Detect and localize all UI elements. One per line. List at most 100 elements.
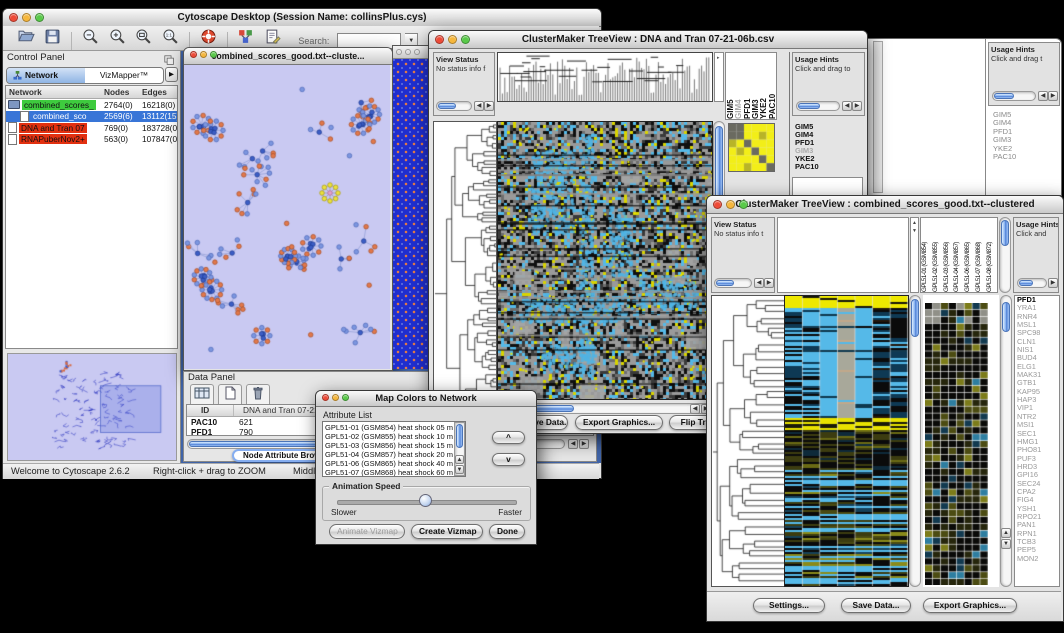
window-controls[interactable] <box>190 51 217 58</box>
zoom-fit-button[interactable]: 1:1 <box>159 28 181 48</box>
tv1-heatmap[interactable] <box>497 121 713 400</box>
map-colors-titlebar[interactable]: Map Colors to Network <box>316 391 536 407</box>
attribute-list-vscrollbar[interactable]: ▲ ▼ <box>454 422 465 476</box>
zoom-selected-button[interactable] <box>133 28 155 48</box>
attribute-item[interactable]: GPL51-06 (GSM865) heat shock 40 min <box>325 459 453 468</box>
close-icon[interactable] <box>322 394 329 401</box>
vizmapper-button[interactable] <box>235 28 257 48</box>
close-icon[interactable] <box>190 51 197 58</box>
attribute-item[interactable]: GPL51-07 (GSM868) heat shock 60 min <box>325 468 453 476</box>
minimize-icon[interactable] <box>22 13 31 22</box>
scroll-right-icon[interactable]: ▶ <box>852 101 862 111</box>
treeview1-titlebar[interactable]: ClusterMaker TreeView : DNA and Tran 07-… <box>429 31 867 49</box>
tv1-row-dendrogram[interactable] <box>433 121 497 427</box>
create-vizmap-button[interactable]: Create Vizmap <box>411 524 483 539</box>
scroll-right-icon[interactable]: ▶ <box>764 278 774 288</box>
scroll-right-icon[interactable]: ▶ <box>1048 91 1058 101</box>
network-row[interactable]: combined_sco2569(6)13112(15) <box>6 111 177 123</box>
network-overview-canvas[interactable] <box>8 354 176 460</box>
scroll-left-icon[interactable]: ◀ <box>1038 91 1048 101</box>
scroll-left-icon[interactable]: ◀ <box>690 404 700 414</box>
tv2-settings-button[interactable]: Settings... <box>753 598 825 613</box>
network-view2-titlebar[interactable] <box>393 46 429 59</box>
delete-attribute-tab[interactable] <box>246 384 270 404</box>
open-session-button[interactable] <box>15 28 37 48</box>
tv2-save-data-button[interactable]: Save Data... <box>841 598 911 613</box>
zoom-window-icon[interactable] <box>461 35 470 44</box>
save-session-button[interactable] <box>42 28 64 48</box>
window-controls[interactable] <box>713 200 748 209</box>
zoom-out-button[interactable] <box>80 28 102 48</box>
tv2-gene-vscrollbar[interactable]: ▲ ▼ <box>1000 295 1012 587</box>
animate-vizmap-button[interactable]: Animate Vizmap <box>329 524 405 539</box>
scroll-right-icon[interactable]: ▶ <box>484 101 494 111</box>
tv1-column-dendrogram[interactable] <box>497 52 713 102</box>
tv3-hscrollbar[interactable] <box>992 91 1036 101</box>
scroll-down-icon[interactable]: ▼ <box>1001 539 1011 549</box>
network-view-titlebar[interactable]: combined_scores_good.txt--cluste... <box>184 48 392 65</box>
scroll-thumb[interactable] <box>911 299 919 337</box>
tab-vizmapper[interactable]: VizMapper™ <box>85 68 163 83</box>
tv2-gene-list[interactable]: PFD1YRA1RNR4MSL1SPC98CLN1NIS1BUD4ELG1MAK… <box>1014 295 1060 587</box>
tv2-label-vscrollbar[interactable] <box>999 217 1011 293</box>
attribute-item[interactable]: GPL51-04 (GSM857) heat shock 20 min <box>325 450 453 459</box>
zoom-window-icon[interactable] <box>414 49 420 55</box>
scroll-thumb[interactable] <box>438 103 456 109</box>
tv2-label-scroll-arrows[interactable]: ▲ ▼ <box>910 217 919 293</box>
window-controls[interactable] <box>9 13 44 22</box>
zoom-in-button[interactable] <box>106 28 128 48</box>
scroll-left-icon[interactable]: ◀ <box>842 101 852 111</box>
tv2-heatmap-canvas[interactable] <box>785 296 908 586</box>
attribute-item[interactable]: GPL51-02 (GSM855) heat shock 10 min <box>325 432 453 441</box>
dense-network-canvas[interactable] <box>393 59 429 369</box>
tv2-row-dendrogram[interactable] <box>711 295 785 587</box>
help-button[interactable] <box>197 28 219 48</box>
animation-slider-handle[interactable] <box>419 494 432 507</box>
zoom-window-icon[interactable] <box>342 394 349 401</box>
cytoscape-titlebar[interactable]: Cytoscape Desktop (Session Name: collins… <box>3 9 601 27</box>
network-row[interactable]: DNA and Tran 07769(0)183728(0) <box>6 122 177 134</box>
attribute-item[interactable]: GPL51-01 (GSM854) heat shock 05 min <box>325 423 453 432</box>
zoom-window-icon[interactable] <box>210 51 217 58</box>
close-icon[interactable] <box>396 49 402 55</box>
scroll-thumb[interactable] <box>994 93 1014 99</box>
tab-overflow-button[interactable]: ▶ <box>165 67 178 82</box>
tv1-left-dendrogram-canvas[interactable] <box>434 122 496 426</box>
tab-network[interactable]: Network <box>7 68 85 83</box>
scroll-thumb[interactable] <box>716 280 734 286</box>
new-attribute-tab[interactable] <box>218 384 242 404</box>
scroll-down-icon[interactable]: ▼ <box>912 228 917 234</box>
minimize-icon[interactable] <box>200 51 207 58</box>
attribute-table-tab[interactable] <box>190 384 214 404</box>
close-icon[interactable] <box>9 13 18 22</box>
scroll-thumb[interactable] <box>1002 302 1010 332</box>
move-up-button[interactable]: ^ <box>492 431 525 444</box>
zoom-window-icon[interactable] <box>35 13 44 22</box>
minimize-icon[interactable] <box>405 49 411 55</box>
annotation-button[interactable] <box>261 28 283 48</box>
minimize-icon[interactable] <box>448 35 457 44</box>
done-button[interactable]: Done <box>489 524 525 539</box>
minimize-icon[interactable] <box>726 200 735 209</box>
tv2-export-graphics-button[interactable]: Export Graphics... <box>923 598 1017 613</box>
network-view-canvas[interactable] <box>184 65 390 369</box>
scroll-down-icon[interactable]: ▼ <box>455 465 464 474</box>
tv2-secondary-heatmap-canvas[interactable] <box>925 303 988 585</box>
scroll-up-icon[interactable]: ▲ <box>455 455 464 464</box>
move-down-button[interactable]: v <box>492 453 525 466</box>
treeview2-titlebar[interactable]: ClusterMaker TreeView : combined_scores_… <box>707 196 1063 214</box>
tv2-heatmap[interactable] <box>784 295 909 587</box>
scroll-thumb[interactable] <box>1001 220 1009 246</box>
minimize-icon[interactable] <box>332 394 339 401</box>
tv2-status-hscrollbar[interactable] <box>714 278 752 288</box>
tv2-vscrollbar[interactable] <box>909 295 921 587</box>
tv1-summary-matrix-canvas[interactable] <box>729 124 774 171</box>
tv1-heatmap-canvas[interactable] <box>498 122 712 399</box>
tv2-column-dendrogram[interactable] <box>777 217 909 293</box>
tv2-left-dendrogram-canvas[interactable] <box>712 296 784 586</box>
window-controls[interactable] <box>322 394 349 401</box>
scroll-up-icon[interactable]: ▲ <box>1001 528 1011 538</box>
tv1-export-graphics-button[interactable]: Export Graphics... <box>575 415 663 430</box>
window-controls[interactable] <box>435 35 470 44</box>
tv1-summary-matrix[interactable] <box>728 123 775 172</box>
